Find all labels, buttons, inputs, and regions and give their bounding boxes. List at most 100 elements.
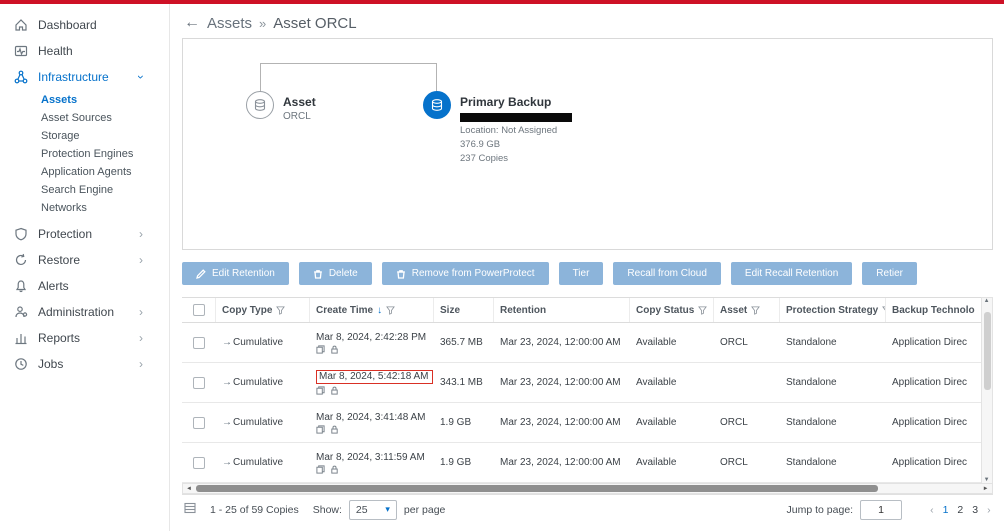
breadcrumb-parent[interactable]: Assets xyxy=(207,15,252,32)
sidebar-item-asset-sources[interactable]: Asset Sources xyxy=(0,109,169,127)
tier-button[interactable]: Tier xyxy=(559,262,604,285)
chevron-right-icon: › xyxy=(139,333,143,343)
page-button-3[interactable]: 3 xyxy=(972,504,978,516)
row-checkbox[interactable] xyxy=(193,337,205,349)
chevron-right-icon: › xyxy=(139,307,143,317)
main-content: ← Assets » Asset ORCL Asset ORCL Primary… xyxy=(170,4,1004,531)
sidebar-item-restore[interactable]: Restore › xyxy=(0,247,169,273)
select-all-checkbox[interactable] xyxy=(193,304,205,316)
delete-button[interactable]: Delete xyxy=(299,262,372,285)
copy-icon xyxy=(316,345,325,354)
page-size-select[interactable]: 25 ▾ xyxy=(349,500,397,520)
recall-from-cloud-button[interactable]: Recall from Cloud xyxy=(613,262,720,285)
column-header-copy-type[interactable]: Copy Type xyxy=(216,298,310,322)
sidebar-item-assets[interactable]: Assets xyxy=(0,91,169,109)
horizontal-scrollbar-thumb[interactable] xyxy=(196,485,878,492)
filter-icon[interactable] xyxy=(698,306,707,315)
sidebar-item-networks[interactable]: Networks xyxy=(0,199,169,217)
database-icon xyxy=(253,98,267,112)
sort-desc-icon[interactable]: ↓ xyxy=(377,305,382,316)
list-view-icon[interactable] xyxy=(184,502,196,517)
sidebar-item-protection-engines[interactable]: Protection Engines xyxy=(0,145,169,163)
asset-topology-panel: Asset ORCL Primary Backup Location: Not … xyxy=(182,38,993,250)
edit-retention-button[interactable]: Edit Retention xyxy=(182,262,289,285)
sidebar-item-storage[interactable]: Storage xyxy=(0,127,169,145)
column-header-copy-status[interactable]: Copy Status xyxy=(630,298,714,322)
retier-button[interactable]: Retier xyxy=(862,262,917,285)
jump-to-page-label: Jump to page: xyxy=(787,504,854,516)
horizontal-scrollbar[interactable]: ◄ ► xyxy=(182,483,993,494)
status-badge: Available xyxy=(630,417,714,428)
sidebar-item-application-agents[interactable]: Application Agents xyxy=(0,163,169,181)
row-checkbox[interactable] xyxy=(193,417,205,429)
shield-icon xyxy=(14,227,28,241)
vertical-scrollbar-thumb[interactable] xyxy=(984,312,991,390)
copy-icon xyxy=(316,425,325,434)
remove-from-powerprotect-button[interactable]: Remove from PowerProtect xyxy=(382,262,549,285)
sidebar-item-alerts[interactable]: Alerts xyxy=(0,273,169,299)
page-button-2[interactable]: 2 xyxy=(957,504,963,516)
back-arrow-icon[interactable]: ← xyxy=(184,14,200,32)
edit-recall-retention-button[interactable]: Edit Recall Retention xyxy=(731,262,852,285)
per-page-label: per page xyxy=(404,504,445,516)
sidebar-item-jobs[interactable]: Jobs › xyxy=(0,351,169,377)
scroll-right-icon[interactable]: ► xyxy=(983,486,989,492)
status-badge: Available xyxy=(630,377,714,388)
asset-node[interactable] xyxy=(246,91,274,119)
table-row[interactable]: →Cumulative Mar 8, 2024, 3:11:59 AM 1.9 … xyxy=(182,443,981,483)
column-header-size[interactable]: Size xyxy=(434,298,494,322)
sidebar-item-administration[interactable]: Administration › xyxy=(0,299,169,325)
column-header-backup-technology[interactable]: Backup Technolo xyxy=(886,298,981,322)
primary-backup-node[interactable] xyxy=(423,91,451,119)
next-page-icon[interactable]: › xyxy=(987,504,991,516)
reports-icon xyxy=(14,331,28,345)
vertical-scrollbar[interactable]: ▲ ▼ xyxy=(981,297,993,484)
table-row[interactable]: →Cumulative Mar 8, 2024, 5:42:18 AM 343.… xyxy=(182,363,981,403)
filter-icon[interactable] xyxy=(276,306,285,315)
chevron-right-icon: › xyxy=(139,229,143,239)
asset-node-label: Asset ORCL xyxy=(283,95,316,122)
status-badge: Available xyxy=(630,457,714,468)
table-row[interactable]: →Cumulative Mar 8, 2024, 2:42:28 PM 365.… xyxy=(182,323,981,363)
sidebar-item-dashboard[interactable]: Dashboard xyxy=(0,12,169,38)
table-row[interactable]: →Cumulative Mar 8, 2024, 3:41:48 AM 1.9 … xyxy=(182,403,981,443)
scroll-left-icon[interactable]: ◄ xyxy=(186,486,192,492)
column-header-protection-strategy[interactable]: Protection Strategy xyxy=(780,298,886,322)
filter-icon[interactable] xyxy=(751,306,760,315)
sidebar-item-reports[interactable]: Reports › xyxy=(0,325,169,351)
sidebar-item-label: Restore xyxy=(38,253,80,267)
sidebar-item-label: Protection xyxy=(38,227,92,241)
select-caret-icon: ▾ xyxy=(385,504,390,515)
redacted-backup-target-name xyxy=(460,113,572,122)
sidebar-item-infrastructure[interactable]: Infrastructure › xyxy=(0,64,169,90)
previous-page-icon[interactable]: ‹ xyxy=(930,504,934,516)
jump-to-page-input[interactable] xyxy=(860,500,902,520)
column-header-create-time[interactable]: Create Time ↓ xyxy=(310,298,434,322)
topology-connector xyxy=(260,63,437,95)
page-size-value: 25 xyxy=(356,504,368,516)
scroll-up-icon[interactable]: ▲ xyxy=(984,298,990,304)
breadcrumb-separator: » xyxy=(259,16,266,31)
page-button-1[interactable]: 1 xyxy=(943,504,949,516)
sidebar-item-health[interactable]: Health xyxy=(0,38,169,64)
row-checkbox[interactable] xyxy=(193,457,205,469)
copy-flags xyxy=(316,345,428,354)
sidebar-item-search-engine[interactable]: Search Engine xyxy=(0,181,169,199)
column-header-retention[interactable]: Retention xyxy=(494,298,630,322)
backup-location: Location: Not Assigned xyxy=(460,125,572,136)
create-time-value: Mar 8, 2024, 2:42:28 PM xyxy=(316,332,428,343)
sidebar-item-label: Jobs xyxy=(38,357,63,371)
filter-icon[interactable] xyxy=(386,306,395,315)
sidebar-item-label: Infrastructure xyxy=(38,70,109,84)
copy-icon xyxy=(316,386,325,395)
sidebar-item-label: Administration xyxy=(38,305,114,319)
results-count: 1 - 25 of 59 Copies xyxy=(210,504,299,516)
sidebar-item-protection[interactable]: Protection › xyxy=(0,221,169,247)
column-header-asset[interactable]: Asset xyxy=(714,298,780,322)
asset-name: ORCL xyxy=(283,111,316,122)
create-time-value: Mar 8, 2024, 3:11:59 AM xyxy=(316,452,428,463)
breadcrumb: ← Assets » Asset ORCL xyxy=(184,14,993,32)
admin-icon xyxy=(14,305,28,319)
row-checkbox[interactable] xyxy=(193,377,205,389)
lock-icon xyxy=(330,345,339,354)
